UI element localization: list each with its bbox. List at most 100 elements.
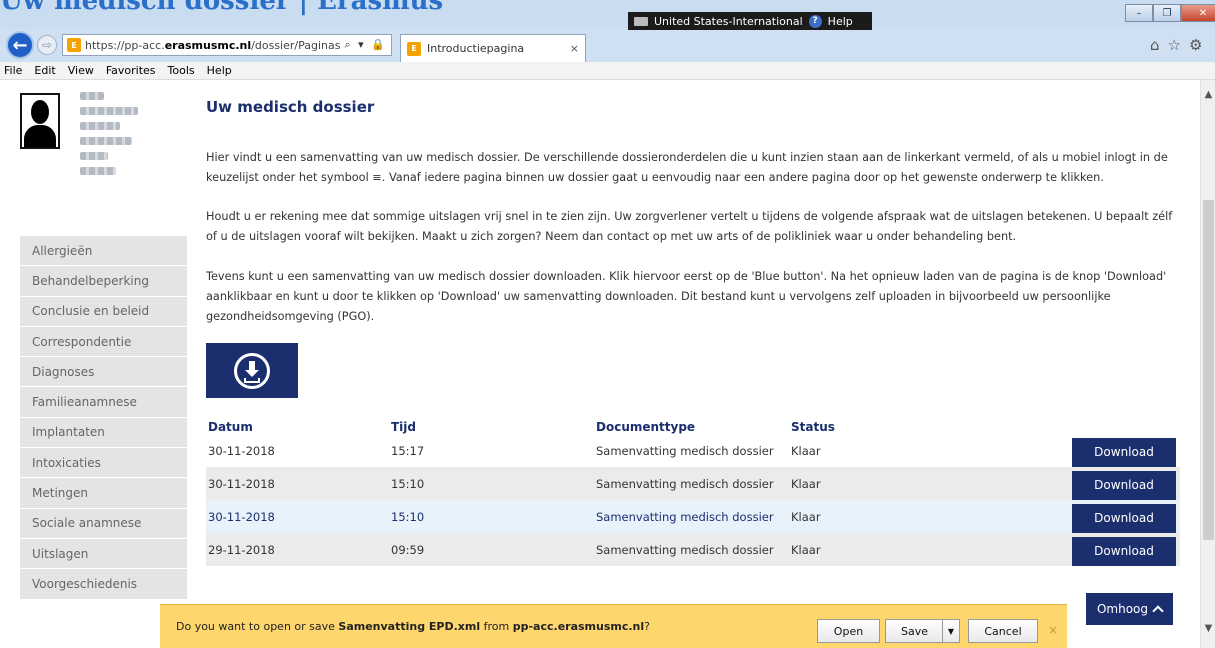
- table-header-row: Datum Tijd Documenttype Status: [206, 412, 1180, 434]
- table-row: 30-11-2018 15:10 Samenvatting medisch do…: [206, 500, 1180, 533]
- scroll-up-icon[interactable]: ▲: [1201, 86, 1215, 102]
- download-button[interactable]: Download: [1072, 504, 1176, 533]
- table-row: 30-11-2018 15:10 Samenvatting medisch do…: [206, 467, 1180, 500]
- redacted-line: [80, 137, 132, 145]
- cell-status: Klaar: [789, 467, 909, 500]
- page-content: Allergieën Behandelbeperking Conclusie e…: [0, 80, 1200, 648]
- chevron-up-icon: [1152, 605, 1164, 617]
- cell-time: 09:59: [389, 533, 594, 566]
- avatar-body: [24, 125, 56, 147]
- language-help-label: Help: [827, 14, 853, 28]
- menu-view[interactable]: View: [68, 64, 94, 77]
- close-window-button[interactable]: ✕: [1181, 4, 1215, 22]
- back-arrow-icon: ←: [12, 34, 28, 56]
- cell-status: Klaar: [789, 533, 909, 566]
- redacted-line: [80, 107, 138, 115]
- sidebar-item-allergieen[interactable]: Allergieën: [20, 236, 187, 266]
- sidebar-item-correspondentie[interactable]: Correspondentie: [20, 326, 187, 357]
- cell-type: Samenvatting medisch dossier: [594, 533, 789, 566]
- redacted-line: [80, 167, 116, 175]
- column-header-documenttype: Documenttype: [596, 420, 696, 434]
- sidebar-item-voorgeschiedenis[interactable]: Voorgeschiedenis: [20, 569, 187, 599]
- patient-avatar: [20, 93, 60, 149]
- cell-time: 15:10: [389, 467, 594, 500]
- documents-table: Datum Tijd Documenttype Status 30-11-201…: [206, 412, 1180, 566]
- redacted-line: [80, 92, 104, 100]
- sidebar-item-conclusie-en-beleid[interactable]: Conclusie en beleid: [20, 296, 187, 326]
- save-button[interactable]: Save: [885, 619, 944, 643]
- page-title: Uw medisch dossier: [206, 98, 375, 116]
- close-notification-icon[interactable]: ×: [1048, 623, 1058, 637]
- language-label: United States-International: [654, 14, 803, 28]
- patient-details-redacted: [80, 92, 138, 175]
- menu-file[interactable]: File: [4, 64, 22, 77]
- title-bar: Uw medisch dossier | Erasmus United Stat…: [0, 0, 1215, 30]
- home-icon[interactable]: ⌂: [1150, 36, 1160, 54]
- sidebar-item-uitslagen[interactable]: Uitslagen: [20, 538, 187, 569]
- site-favicon-icon: E: [67, 38, 81, 52]
- column-header-action: [909, 412, 1180, 434]
- browser-toolbar: ⌂ ☆ ⚙: [1150, 36, 1202, 54]
- maximize-button[interactable]: ❐: [1153, 4, 1181, 22]
- minimize-button[interactable]: –: [1125, 4, 1153, 22]
- menu-bar: File Edit View Favorites Tools Help: [0, 62, 1215, 80]
- cell-date: 30-11-2018: [208, 443, 275, 458]
- back-to-top-button[interactable]: Omhoog: [1086, 593, 1173, 625]
- redacted-line: [80, 152, 108, 160]
- page-scrollbar[interactable]: ▲ ▼: [1200, 80, 1215, 648]
- sidebar-item-metingen[interactable]: Metingen: [20, 478, 187, 508]
- sidebar-item-behandelbeperking[interactable]: Behandelbeperking: [20, 266, 187, 296]
- intro-paragraph: Hier vindt u een samenvatting van uw med…: [206, 151, 1168, 184]
- address-url: https://pp-acc.erasmusmc.nl/dossier/Pagi…: [85, 38, 341, 52]
- download-button[interactable]: Download: [1072, 438, 1176, 467]
- cell-date: 30-11-2018: [206, 467, 389, 500]
- forward-button[interactable]: ⇨: [37, 35, 57, 55]
- address-bar[interactable]: E https://pp-acc.erasmusmc.nl/dossier/Pa…: [62, 34, 392, 56]
- menu-help[interactable]: Help: [207, 64, 232, 77]
- settings-gear-icon[interactable]: ⚙: [1189, 36, 1202, 54]
- favorites-star-icon[interactable]: ☆: [1168, 36, 1181, 54]
- sidebar-item-implantaten[interactable]: Implantaten: [20, 417, 187, 448]
- window-title-peek: Uw medisch dossier | Erasmus: [0, 0, 444, 16]
- cancel-button[interactable]: Cancel: [968, 619, 1038, 643]
- avatar-head: [31, 100, 49, 124]
- tab-title: Introductiepagina: [427, 42, 525, 55]
- menu-favorites[interactable]: Favorites: [106, 64, 156, 77]
- tab-close-icon[interactable]: ×: [570, 42, 579, 55]
- sidebar-item-familieanamnese[interactable]: Familieanamnese: [20, 387, 187, 417]
- open-button[interactable]: Open: [817, 619, 880, 643]
- browser-chrome: Uw medisch dossier | Erasmus United Stat…: [0, 0, 1215, 62]
- browser-tab[interactable]: E Introductiepagina ×: [400, 34, 586, 62]
- cell-status: Klaar: [789, 500, 909, 533]
- back-button[interactable]: ←: [6, 31, 34, 59]
- cell-date: 30-11-2018: [206, 500, 389, 533]
- column-header-datum: Datum: [208, 420, 253, 434]
- help-icon: ?: [808, 14, 822, 28]
- navigation-bar: ← ⇨ E https://pp-acc.erasmusmc.nl/dossie…: [0, 28, 1215, 62]
- menu-edit[interactable]: Edit: [34, 64, 55, 77]
- cell-time: 15:17: [391, 443, 425, 458]
- forward-arrow-icon: ⇨: [41, 38, 53, 52]
- save-options-dropdown[interactable]: ▼: [942, 619, 960, 643]
- table-row: 29-11-2018 09:59 Samenvatting medisch do…: [206, 533, 1180, 566]
- table-row: 30-11-2018 15:17 Samenvatting medisch do…: [206, 434, 1180, 467]
- sidebar-item-diagnoses[interactable]: Diagnoses: [20, 357, 187, 387]
- results-paragraph: Houdt u er rekening mee dat sommige uits…: [206, 210, 1173, 243]
- redacted-line: [80, 122, 120, 130]
- sidebar-item-intoxicaties[interactable]: Intoxicaties: [20, 448, 187, 478]
- cell-type: Samenvatting medisch dossier: [594, 467, 789, 500]
- menu-tools[interactable]: Tools: [168, 64, 195, 77]
- scroll-down-icon[interactable]: ▼: [1201, 620, 1215, 636]
- download-button[interactable]: Download: [1072, 537, 1176, 566]
- cell-date: 29-11-2018: [206, 533, 389, 566]
- sidebar-item-sociale-anamnese[interactable]: Sociale anamnese: [20, 508, 187, 538]
- blue-button[interactable]: [206, 343, 298, 398]
- notification-message: Do you want to open or save Samenvatting…: [176, 620, 650, 633]
- address-actions-icon[interactable]: ⌕ ▾ 🔒 ↻: [344, 38, 391, 52]
- download-button[interactable]: Download: [1072, 471, 1176, 500]
- scrollbar-thumb[interactable]: [1203, 200, 1214, 540]
- cell-type: Samenvatting medisch dossier: [594, 500, 789, 533]
- download-circle-icon: [234, 352, 270, 389]
- window-controls: – ❐ ✕: [1125, 4, 1215, 22]
- download-notification-bar: Do you want to open or save Samenvatting…: [160, 604, 1067, 648]
